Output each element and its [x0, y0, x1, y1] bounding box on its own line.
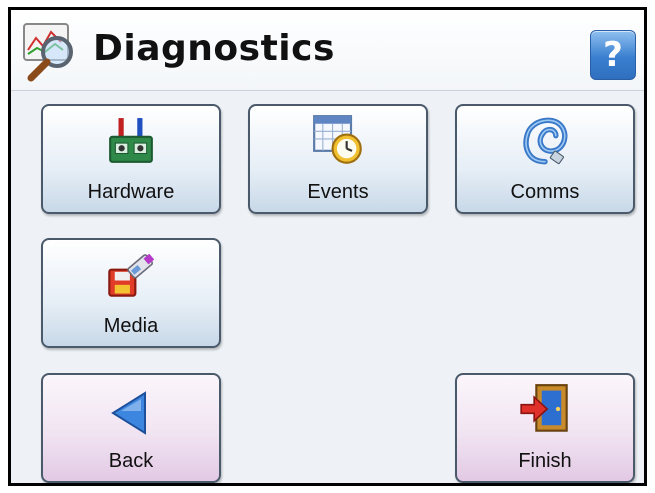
usb-floppy-icon: [108, 253, 155, 297]
back-button[interactable]: Back: [41, 373, 221, 483]
comms-button[interactable]: Comms: [455, 104, 635, 214]
hardware-button[interactable]: Hardware: [41, 104, 221, 214]
hardware-label: Hardware: [87, 181, 175, 203]
media-button[interactable]: Media: [41, 238, 221, 348]
events-label: Events: [307, 181, 369, 203]
media-label: Media: [103, 315, 159, 337]
exit-door-icon: [520, 384, 568, 432]
events-button[interactable]: Events: [248, 104, 428, 214]
page-title: Diagnostics: [93, 28, 335, 69]
finish-label: Finish: [518, 450, 572, 472]
diagnostics-screen: Diagnostics ? Hardware Events Comms Medi…: [8, 7, 647, 486]
calendar-clock-icon: [313, 115, 362, 164]
help-button[interactable]: ?: [590, 30, 636, 80]
comms-label: Comms: [510, 181, 580, 203]
diagnostics-magnifier-icon: [23, 23, 73, 82]
back-label: Back: [108, 450, 154, 472]
back-arrow-icon: [111, 391, 146, 435]
finish-button[interactable]: Finish: [455, 373, 635, 483]
hardware-icon: [109, 118, 153, 163]
network-cable-icon: [523, 117, 568, 165]
title-bar: Diagnostics ?: [11, 10, 644, 91]
